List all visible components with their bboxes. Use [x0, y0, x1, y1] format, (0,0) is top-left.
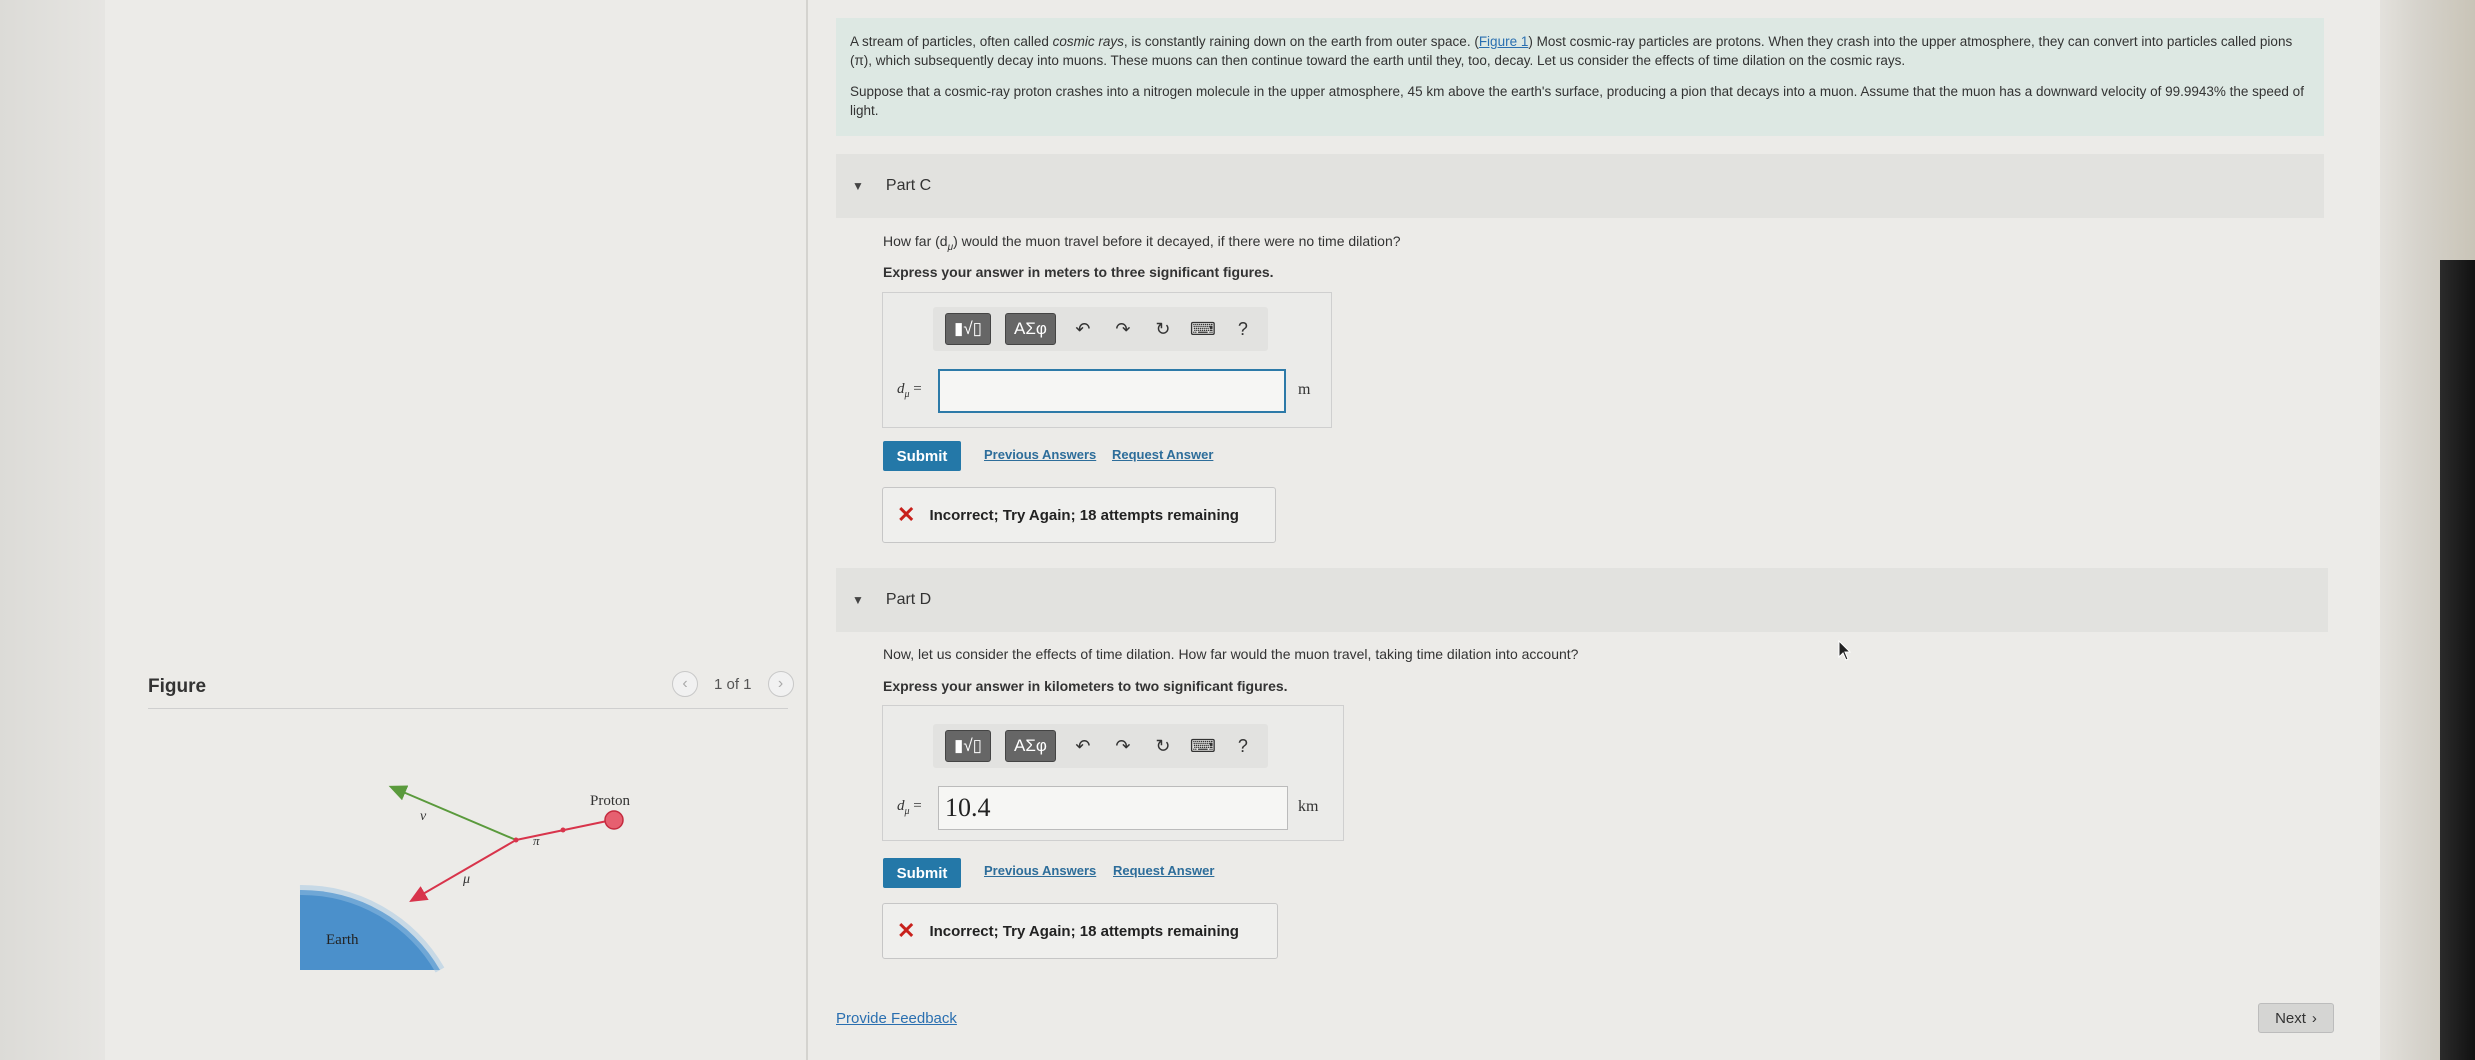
muon-path: [409, 839, 517, 903]
part-c-unit: m: [1298, 381, 1311, 398]
reset-icon[interactable]: ↻: [1150, 319, 1176, 340]
part-d-title: Part D: [885, 591, 932, 608]
decay-point: [513, 837, 519, 843]
part-d-question: Now, let us consider the effects of time…: [883, 646, 1579, 662]
proton-label: Proton: [590, 793, 631, 809]
screen-left-margin: [0, 0, 105, 1060]
chevron-right-icon: ›: [2311, 1009, 2317, 1027]
part-d-unit: km: [1298, 798, 1319, 815]
help-icon[interactable]: ?: [1230, 736, 1256, 757]
feedback-message: Incorrect; Try Again; 18 attempts remain…: [929, 506, 1239, 524]
neutrino-path: [388, 785, 517, 841]
figure-counter: 1 of 1: [714, 675, 752, 693]
math-toolbar: ▮√▯ ΑΣφ ↶ ↷ ↻ ⌨ ?: [933, 724, 1268, 768]
incorrect-x-icon: ✕: [897, 918, 916, 943]
part-c-answer-box: ▮√▯ ΑΣφ ↶ ↷ ↻ ⌨ ? dμ = m: [882, 292, 1332, 428]
earth-label: Earth: [326, 932, 359, 948]
reset-icon[interactable]: ↻: [1150, 736, 1176, 757]
feedback-message: Incorrect; Try Again; 18 attempts remain…: [929, 922, 1239, 940]
part-d-answer-box: ▮√▯ ΑΣφ ↶ ↷ ↻ ⌨ ? dμ = 10.4 km: [882, 705, 1344, 841]
answer-variable-label: dμ =: [897, 381, 922, 400]
figure-nav: ‹ 1 of 1 ›: [672, 670, 794, 698]
panel-divider: [806, 0, 808, 1060]
figure-divider: [148, 708, 788, 709]
redo-icon[interactable]: ↷: [1110, 319, 1136, 340]
part-c-title: Part C: [885, 177, 932, 194]
next-button[interactable]: Next ›: [2258, 1003, 2334, 1033]
templates-button[interactable]: ▮√▯: [945, 313, 992, 345]
keyboard-icon[interactable]: ⌨: [1190, 736, 1216, 757]
part-c-question: How far (dμ) would the muon travel befor…: [883, 233, 1401, 253]
mu-label: μ: [462, 872, 470, 887]
part-d-submit-button[interactable]: Submit: [883, 858, 961, 888]
undo-icon[interactable]: ↶: [1070, 319, 1096, 340]
figure-prev-button[interactable]: ‹: [672, 671, 698, 697]
collapse-caret-icon[interactable]: ▼: [852, 179, 864, 193]
intro-paragraph-1: A stream of particles, often called cosm…: [850, 34, 2293, 68]
part-d-request-answer-link[interactable]: Request Answer: [1113, 863, 1214, 878]
incorrect-x-icon: ✕: [897, 502, 916, 527]
proton-dot: [604, 810, 624, 830]
keyboard-icon[interactable]: ⌨: [1190, 319, 1216, 340]
part-d-instruction: Express your answer in kilometers to two…: [883, 678, 1288, 694]
problem-intro: A stream of particles, often called cosm…: [836, 18, 2324, 136]
figure-title: Figure: [148, 676, 207, 697]
cosmic-ray-figure: Proton ν π μ Earth: [299, 785, 631, 973]
provide-feedback-link[interactable]: Provide Feedback: [836, 1010, 957, 1027]
collapse-caret-icon[interactable]: ▼: [852, 593, 864, 607]
undo-icon[interactable]: ↶: [1070, 736, 1096, 757]
part-c-instruction: Express your answer in meters to three s…: [883, 264, 1274, 280]
greek-symbols-button[interactable]: ΑΣφ: [1005, 730, 1056, 762]
help-icon[interactable]: ?: [1230, 319, 1256, 340]
part-c-answer-input[interactable]: [938, 369, 1286, 413]
intro-paragraph-2: Suppose that a cosmic-ray proton crashes…: [850, 84, 2304, 118]
mouse-cursor-icon: [1838, 640, 1852, 661]
part-d-header[interactable]: ▼ Part D: [836, 568, 2328, 632]
nu-label: ν: [420, 809, 427, 824]
monitor-frame: [2380, 0, 2475, 1060]
monitor-edge: [2440, 260, 2475, 1060]
part-c-feedback: ✕ Incorrect; Try Again; 18 attempts rema…: [882, 487, 1276, 543]
math-toolbar: ▮√▯ ΑΣφ ↶ ↷ ↻ ⌨ ?: [933, 307, 1268, 351]
part-d-feedback: ✕ Incorrect; Try Again; 18 attempts rema…: [882, 903, 1278, 959]
part-d-previous-answers-link[interactable]: Previous Answers: [984, 863, 1096, 878]
redo-icon[interactable]: ↷: [1110, 736, 1136, 757]
figure-link[interactable]: Figure 1: [1479, 34, 1529, 49]
templates-button[interactable]: ▮√▯: [945, 730, 992, 762]
greek-symbols-button[interactable]: ΑΣφ: [1005, 313, 1056, 345]
answer-variable-label: dμ =: [897, 798, 922, 817]
part-c-request-answer-link[interactable]: Request Answer: [1112, 447, 1213, 462]
part-d-answer-input[interactable]: 10.4: [938, 786, 1288, 830]
part-c-previous-answers-link[interactable]: Previous Answers: [984, 447, 1096, 462]
pi-label: π: [533, 833, 540, 848]
part-c-submit-button[interactable]: Submit: [883, 441, 961, 471]
part-c-header[interactable]: ▼ Part C: [836, 154, 2324, 218]
figure-next-button[interactable]: ›: [767, 671, 794, 697]
